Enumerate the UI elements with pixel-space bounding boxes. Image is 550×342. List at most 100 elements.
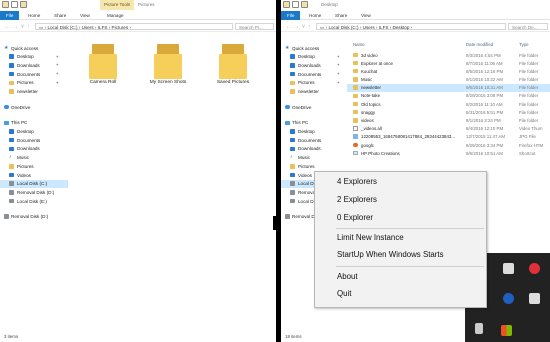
- tray-app-icon[interactable]: [503, 263, 514, 274]
- tab-share[interactable]: Share: [331, 11, 351, 20]
- menu-item-about[interactable]: About: [337, 272, 358, 281]
- folder-icon[interactable]: [2, 1, 9, 8]
- pin-icon[interactable]: ✦: [337, 62, 340, 67]
- file-row[interactable]: googlc 8/29/2016 3:34 PM Firefox HTM: [347, 141, 550, 149]
- file-row[interactable]: HP Photo Creations 9/6/2016 10:51 AM Short…: [347, 149, 550, 157]
- nav-item[interactable]: ♪ Music: [0, 154, 68, 163]
- nav-item[interactable]: Desktop: [0, 128, 68, 137]
- tray-app-icon[interactable]: [503, 293, 514, 304]
- file-row[interactable]: videos 8/1/2016 3:24 PM File folder: [347, 117, 550, 125]
- pin-icon[interactable]: ✦: [337, 80, 340, 85]
- nav-item[interactable]: This PC: [281, 119, 349, 128]
- search-input[interactable]: Search De...: [508, 23, 548, 30]
- nav-item[interactable]: Desktop ✦: [0, 53, 68, 62]
- new-folder-icon[interactable]: [20, 1, 27, 8]
- up-arrow-icon[interactable]: ↑: [308, 24, 311, 30]
- folder-icon[interactable]: [283, 1, 290, 8]
- nav-item[interactable]: newsletter: [281, 87, 349, 96]
- nav-item[interactable]: Documents: [0, 136, 68, 145]
- breadcrumb-1[interactable]: Local Disk (C:): [47, 25, 77, 30]
- breadcrumb-3[interactable]: ILFS: [379, 25, 389, 30]
- file-row[interactable]: Kouchat 8/5/2016 12:16 PM File folder: [347, 67, 550, 75]
- menu-item-startup[interactable]: StartUp When Windows Starts: [337, 250, 444, 259]
- breadcrumb-2[interactable]: Users: [82, 25, 94, 30]
- tab-view[interactable]: View: [76, 11, 94, 20]
- search-input[interactable]: Search Pi...: [235, 23, 274, 30]
- folder-tile[interactable]: Saved Pictures: [212, 42, 254, 85]
- tray-app-icon[interactable]: [529, 293, 540, 304]
- tray-app-icon[interactable]: [501, 325, 512, 336]
- nav-item[interactable]: This PC: [0, 119, 68, 128]
- nav-item[interactable]: Downloads: [0, 145, 68, 154]
- nav-item[interactable]: ★ Quick access: [0, 44, 68, 53]
- nav-item[interactable]: OneDrive: [281, 103, 349, 112]
- pin-icon[interactable]: ✦: [56, 54, 59, 59]
- nav-item[interactable]: Pictures: [0, 162, 68, 171]
- nav-item[interactable]: Local Disk (E:): [0, 197, 68, 206]
- nav-item[interactable]: Documents: [281, 136, 349, 145]
- tab-file[interactable]: File: [281, 11, 301, 20]
- menu-item-2-explorers[interactable]: 2 Explorers: [337, 195, 377, 204]
- nav-item[interactable]: Pictures: [281, 162, 349, 171]
- forward-arrow-icon[interactable]: →: [13, 24, 18, 30]
- nav-item[interactable]: Documents ✦: [281, 70, 349, 79]
- tab-share[interactable]: Share: [50, 11, 70, 20]
- file-row[interactable]: 12208553_1684758081417884_29344423843...…: [347, 133, 550, 141]
- back-arrow-icon[interactable]: ←: [286, 24, 291, 30]
- nav-item[interactable]: ♪ Music: [281, 154, 349, 163]
- tab-file[interactable]: File: [0, 11, 20, 20]
- nav-item[interactable]: Removal Disk (D:): [0, 188, 68, 197]
- nav-item[interactable]: Pictures ✦: [281, 79, 349, 88]
- nav-item[interactable]: Desktop ✦: [281, 53, 349, 62]
- properties-icon[interactable]: [11, 1, 18, 8]
- nav-item[interactable]: Documents ✦: [0, 70, 68, 79]
- file-row[interactable]: snaggy 8/31/2016 5:51 PM File folder: [347, 108, 550, 116]
- properties-icon[interactable]: [292, 1, 299, 8]
- tray-app-icon[interactable]: [529, 263, 540, 274]
- breadcrumb-1[interactable]: Local Disk (C:): [328, 25, 358, 30]
- nav-item[interactable]: ★ Quick access: [281, 44, 349, 53]
- chevron-down-icon[interactable]: ˅: [302, 24, 305, 30]
- file-row[interactable]: newsletter 9/6/2016 10:31 AM File folder: [347, 83, 550, 92]
- address-bar[interactable]: ▭ › Local Disk (C:) › Users › ILFS › Des…: [316, 23, 506, 30]
- pin-icon[interactable]: ✦: [337, 71, 340, 76]
- usb-icon[interactable]: [475, 323, 483, 334]
- column-name[interactable]: Name: [353, 42, 365, 47]
- column-type[interactable]: Type: [519, 42, 529, 47]
- breadcrumb-2[interactable]: Users: [363, 25, 375, 30]
- pin-icon[interactable]: ✦: [56, 80, 59, 85]
- tab-manage[interactable]: Manage: [103, 11, 128, 20]
- file-row[interactable]: _videos.all 8/4/2016 12:10 PM Video Thum: [347, 125, 550, 133]
- pin-icon[interactable]: ✦: [56, 62, 59, 67]
- up-arrow-icon[interactable]: ↑: [27, 24, 30, 30]
- nav-item[interactable]: OneDrive: [0, 103, 68, 112]
- back-arrow-icon[interactable]: ←: [5, 24, 10, 30]
- breadcrumb-3[interactable]: ILFS: [98, 25, 108, 30]
- nav-item[interactable]: Local Disk (C:): [0, 179, 68, 189]
- tab-home[interactable]: Home: [305, 11, 325, 20]
- tab-view[interactable]: View: [357, 11, 375, 20]
- nav-item[interactable]: Downloads ✦: [281, 61, 349, 70]
- folder-tile[interactable]: My Screen Shots: [147, 42, 189, 85]
- nav-item[interactable]: Desktop: [281, 128, 349, 137]
- menu-item-4-explorers[interactable]: 4 Explorers: [337, 177, 377, 186]
- address-bar[interactable]: ▭ › Local Disk (C:) › Users › ILFS › Pic…: [35, 23, 233, 30]
- menu-item-0-explorer[interactable]: 0 Explorer: [337, 213, 373, 222]
- nav-item[interactable]: Videos: [0, 171, 68, 180]
- file-row[interactable]: Old topics 8/2/2016 11:10 AM File folder: [347, 100, 550, 108]
- nav-item[interactable]: newsletter: [0, 87, 68, 96]
- breadcrumb-4[interactable]: Desktop: [393, 25, 410, 30]
- forward-arrow-icon[interactable]: →: [294, 24, 299, 30]
- file-row[interactable]: Note-take 8/29/2016 3:08 PM File folder: [347, 92, 550, 100]
- chevron-down-icon[interactable]: ˅: [21, 24, 24, 30]
- tab-home[interactable]: Home: [24, 11, 44, 20]
- menu-item-quit[interactable]: Quit: [337, 289, 351, 298]
- menu-item-limit-new-instance[interactable]: Limit New Instance: [337, 233, 404, 242]
- pin-icon[interactable]: ✦: [56, 71, 59, 76]
- file-row[interactable]: Music 9/1/2016 10:22 AM File folder: [347, 76, 550, 84]
- file-row[interactable]: 3d video 9/3/2016 4:54 PM File folder: [347, 51, 550, 59]
- nav-item[interactable]: Pictures ✦: [0, 79, 68, 88]
- nav-item[interactable]: Downloads ✦: [0, 61, 68, 70]
- pin-icon[interactable]: ✦: [337, 54, 340, 59]
- file-row[interactable]: Explorer at once 8/7/2016 11:06 AM File fo…: [347, 59, 550, 67]
